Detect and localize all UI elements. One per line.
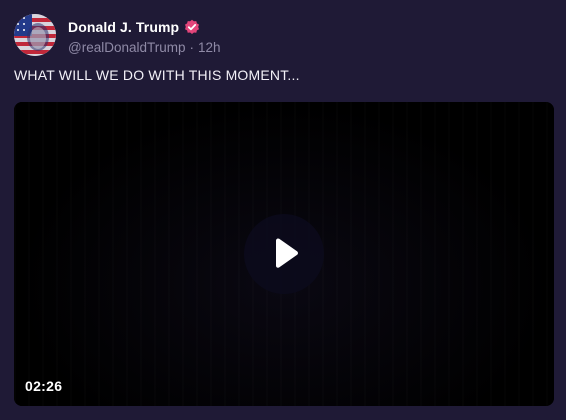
avatar-image [14, 14, 56, 56]
author-meta: Donald J. Trump @realDonaldTrump · 12h [68, 14, 221, 55]
post-text: WHAT WILL WE DO WITH THIS MOMENT... [14, 67, 300, 83]
video-duration: 02:26 [25, 378, 63, 394]
display-name[interactable]: Donald J. Trump [68, 19, 179, 35]
video-player[interactable]: 02:26 [14, 102, 554, 406]
avatar[interactable] [14, 14, 56, 56]
separator-dot: · [189, 40, 195, 55]
handle[interactable]: @realDonaldTrump [68, 40, 186, 55]
post-card: Donald J. Trump @realDonaldTrump · 12h WHA… [0, 0, 566, 420]
play-icon [276, 238, 298, 268]
handle-row: @realDonaldTrump · 12h [68, 40, 221, 55]
play-button[interactable] [244, 214, 324, 294]
timestamp[interactable]: 12h [198, 40, 221, 55]
name-row: Donald J. Trump [68, 17, 221, 37]
post-header: Donald J. Trump @realDonaldTrump · 12h [14, 14, 221, 58]
verified-badge-icon [184, 19, 200, 35]
